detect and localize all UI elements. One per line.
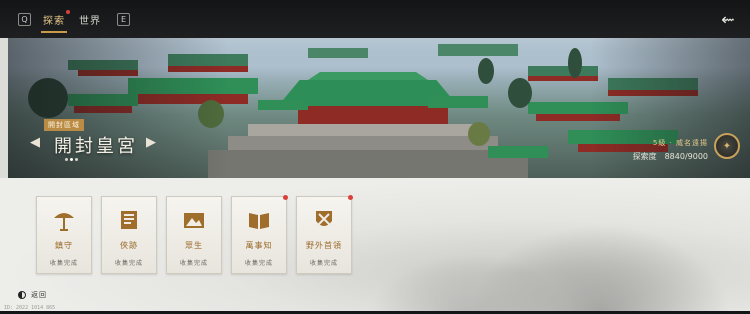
return-label: 返回 [31, 291, 47, 299]
mountain-shadow [470, 224, 730, 314]
open-book-icon [246, 207, 272, 233]
card-status: 收集完成 [114, 260, 143, 267]
key-hint-q[interactable]: Q [18, 12, 31, 26]
tab-explore[interactable]: 探索 [41, 9, 70, 33]
card-hero-traces[interactable]: 俠跡 收集完成 [101, 196, 157, 274]
card-status: 收集完成 [49, 260, 78, 267]
next-location-arrow-icon[interactable]: ▶ [146, 135, 156, 150]
palace-roof [488, 146, 548, 158]
region-tag: 開封區域 [44, 119, 84, 131]
courtyard [208, 150, 528, 178]
notification-dot [66, 9, 70, 14]
compass-icon[interactable]: ✦ [714, 133, 740, 159]
location-banner[interactable]: 開封區域 ◀ 開封皇宮 ▶ 5級 · 威名遠揚 探索度 8840/9000 ✦ [8, 38, 750, 178]
landscape-painting-icon [181, 207, 207, 233]
card-all-knowledge[interactable]: 萬事知 收集完成 [231, 195, 288, 274]
card-sentient-beings[interactable]: 眾生 收集完成 [166, 196, 222, 274]
card-title: 眾生 [185, 241, 203, 250]
scroll-book-icon [116, 207, 142, 233]
tab-explore-label: 探索 [43, 15, 65, 27]
notification-dot [348, 195, 353, 200]
card-title: 俠跡 [120, 241, 138, 250]
card-status: 收集完成 [179, 260, 208, 267]
tab-world[interactable]: 世界 [79, 12, 101, 27]
page-dot-active [70, 158, 73, 161]
main-hall-upper-roof [308, 72, 428, 80]
exploration-progress: 探索度 8840/9000 [633, 151, 708, 162]
return-toggle[interactable]: 返回 [18, 290, 47, 300]
exploration-value: 8840/9000 [664, 152, 708, 161]
distant-wall [528, 76, 598, 81]
page-dot [75, 158, 78, 161]
prev-location-arrow-icon[interactable]: ◀ [30, 135, 40, 150]
exploration-tier: 5級 · 威名遠揚 [652, 139, 708, 147]
crossed-swords-shield-icon [311, 207, 337, 233]
side-hall-roof [428, 96, 488, 108]
card-title: 萬事知 [245, 241, 273, 250]
tree [568, 48, 582, 78]
card-guard[interactable]: 鎮守 收集完成 [36, 196, 92, 274]
notification-dot [283, 195, 288, 200]
card-status: 收集完成 [244, 260, 273, 267]
distant-roof [528, 66, 598, 76]
card-title: 鎮守 [55, 241, 73, 250]
collection-cards: 鎮守 收集完成 俠跡 收集完成 眾生 收集完成 萬事知 收集完成 野外首領 收集… [36, 195, 353, 274]
page-indicator [65, 158, 78, 161]
stone-terrace [248, 124, 478, 136]
stone-terrace [228, 136, 498, 150]
side-hall-roof [258, 100, 308, 110]
distant-roof [438, 44, 518, 56]
exploration-info: 5級 · 威名遠揚 探索度 8840/9000 [633, 138, 708, 162]
card-title: 野外首領 [306, 241, 342, 250]
key-hint-e[interactable]: E [117, 12, 130, 26]
page-dot [65, 158, 68, 161]
card-status: 收集完成 [309, 260, 338, 267]
main-hall-wall [298, 106, 448, 124]
top-bar: Q 探索 世界 E ⇜ [0, 0, 750, 38]
location-name: 開封皇宮 [54, 136, 138, 157]
card-wild-bosses[interactable]: 野外首領 收集完成 [296, 195, 353, 274]
tree [508, 78, 532, 108]
umbrella-icon [51, 207, 77, 233]
back-arrow-icon[interactable]: ⇜ [718, 10, 738, 29]
tree [478, 58, 494, 84]
yin-yang-icon [18, 291, 26, 299]
exploration-label: 探索度 [632, 152, 657, 161]
distant-roof [308, 48, 368, 58]
tree [468, 122, 490, 146]
tab-world-label: 世界 [79, 15, 101, 27]
